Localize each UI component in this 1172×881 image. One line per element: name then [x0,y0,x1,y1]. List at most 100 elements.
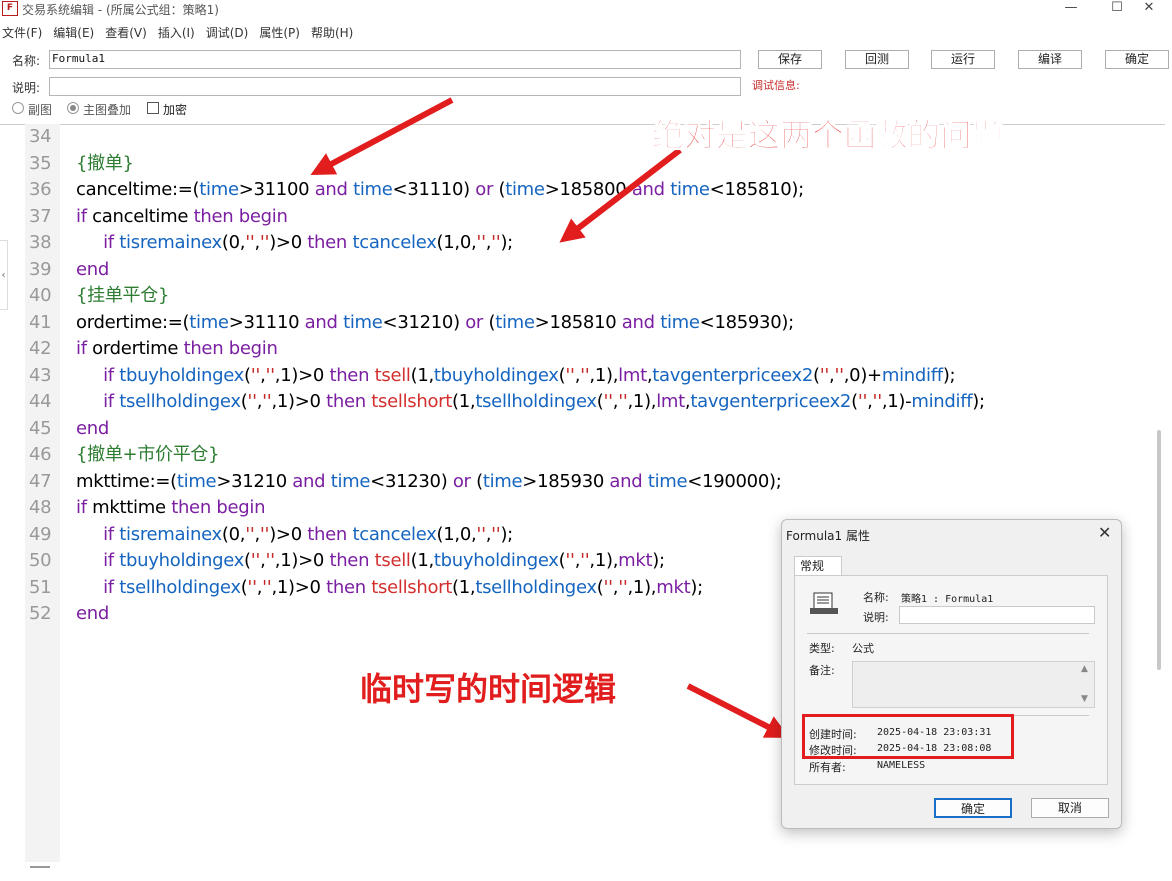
code-token: ); [690,576,703,598]
menu-insert[interactable]: 插入(I) [158,24,195,41]
code-line[interactable]: 39 end [25,257,1145,284]
code-token: tsellshort [371,576,453,598]
tab-general[interactable]: 常规 [794,556,842,575]
code-line[interactable]: 40 {挂单平仓} [25,283,1145,310]
line-number: 49 [29,523,52,545]
description-field[interactable] [49,77,741,96]
line-number: 42 [29,338,52,359]
description-label: 说明: [12,81,41,95]
line-number: 35 [29,152,52,174]
code-token: then begin [193,205,288,227]
compile-button[interactable]: 编译 [1018,50,1082,69]
line-source: {撤单} [76,151,134,178]
code-line[interactable]: 44 if tsellholdingex('','',1)>0 then tse… [25,389,1145,416]
scroll-up-icon[interactable]: ▲ [1081,664,1088,674]
line-source: end [76,416,109,443]
code-token: then [329,364,370,386]
line-source: end [76,601,109,628]
dialog-description-field[interactable] [899,606,1095,624]
code-line[interactable]: 42 if ordertime then begin [25,336,1145,363]
line-source: if tisremainex(0,'','')>0 then tcancelex… [76,230,513,257]
confirm-button[interactable]: 确定 [1105,50,1169,69]
line-source: if tsellholdingex('','',1)>0 then tsells… [76,575,703,602]
name-field[interactable]: Formula1 [49,50,741,69]
code-token: tsellholdingex [119,576,241,598]
code-token: (0, [221,232,246,253]
line-number: 44 [29,391,52,412]
code-token: '' [476,232,486,253]
code-line[interactable]: 36 canceltime:=(time>31100 and time<31110… [25,177,1145,204]
code-token: if [103,364,114,386]
code-token: '' [834,364,844,386]
code-token: time [330,470,371,492]
menu-file[interactable]: 文件(F) [2,24,42,41]
code-token: '' [872,391,883,412]
line-number: 43 [29,364,52,386]
line-source: if mkttime then begin [76,495,266,522]
encrypt-checkbox[interactable] [147,102,159,114]
main-overlay-radio[interactable] [67,102,79,114]
code-line[interactable]: 45 end [25,416,1145,443]
minimize-button[interactable]: — [1048,0,1094,18]
code-token: <31110) [392,179,476,200]
sub-chart-radio[interactable] [12,102,24,114]
code-token: )>0 [269,232,308,253]
notes-label: 备注: [809,664,835,677]
vertical-scrollbar[interactable] [1157,430,1161,670]
code-line[interactable]: 48 if mkttime then begin [25,495,1145,522]
line-number: 51 [29,576,52,598]
code-line[interactable]: 47 mkttime:=(time>31210 and time<31230) o… [25,469,1145,496]
code-token: end [76,258,110,280]
code-token: time [176,470,217,492]
horizontal-scrollbar[interactable] [30,866,50,868]
dialog-name-label: 名称: [863,591,889,604]
code-token: tsellshort [371,391,453,412]
dialog-close-icon[interactable]: ✕ [1098,523,1111,542]
menu-properties[interactable]: 属性(P) [259,24,300,41]
run-button[interactable]: 运行 [931,50,995,69]
line-number: 48 [29,497,52,518]
code-line[interactable]: 41 ordertime:=(time>31110 and time<31210)… [25,310,1145,337]
menu-help[interactable]: 帮助(H) [311,24,353,41]
code-token: ( [813,364,820,386]
menu-debug[interactable]: 调试(D) [206,24,249,41]
code-token: mkttime [86,497,172,518]
line-source: if tbuyholdingex('','',1)>0 then tsell(1… [76,363,955,390]
code-token: tbuyholdingex [433,550,559,571]
divider [807,633,1089,634]
menu-edit[interactable]: 编辑(E) [53,24,94,41]
menu-view[interactable]: 查看(V) [105,24,147,41]
code-token: '' [603,576,613,598]
dialog-cancel-button[interactable]: 取消 [1031,798,1109,818]
code-token: and [304,311,338,333]
save-button[interactable]: 保存 [758,50,822,69]
backtest-button[interactable]: 回测 [845,50,909,69]
code-token: then [307,232,348,253]
code-token: tavgenterpriceex2 [652,364,814,386]
code-token: time [505,179,545,200]
line-number: 36 [29,179,52,200]
code-token: (1, [410,364,435,386]
code-line[interactable]: 37 if canceltime then begin [25,204,1145,231]
code-token: tsell [374,364,411,386]
code-token: time [647,470,688,492]
debug-info-label: 调试信息: [752,79,800,92]
code-token: >185930 [522,470,610,492]
general-panel: 名称: 策略1 : Formula1 说明: 类型: 公式 备注: ▲ ▼ 创建… [794,575,1108,785]
code-token: ,1)>0 [274,364,330,386]
code-line[interactable]: 38 if tisremainex(0,'','')>0 then tcance… [25,230,1145,257]
notes-field[interactable]: ▲ ▼ [852,661,1095,708]
dialog-ok-button[interactable]: 确定 [934,798,1012,818]
close-button[interactable]: ✕ [1126,0,1172,18]
code-line[interactable]: 46 {撤单+市价平仓} [25,442,1145,469]
line-source: mkttime:=(time>31210 and time<31230) or … [76,469,782,496]
title-bar: F 交易系统编辑 - (所属公式组：策略1) — ☐ ✕ [0,0,1172,18]
side-collapse-handle[interactable]: ‹ [0,240,8,310]
line-source: ordertime:=(time>31110 and time<31210) o… [76,310,794,337]
scroll-down-icon[interactable]: ▼ [1081,694,1088,704]
code-token: ( [244,364,251,386]
code-line[interactable]: 43 if tbuyholdingex('','',1)>0 then tsel… [25,363,1145,390]
code-token: ); [500,523,513,545]
